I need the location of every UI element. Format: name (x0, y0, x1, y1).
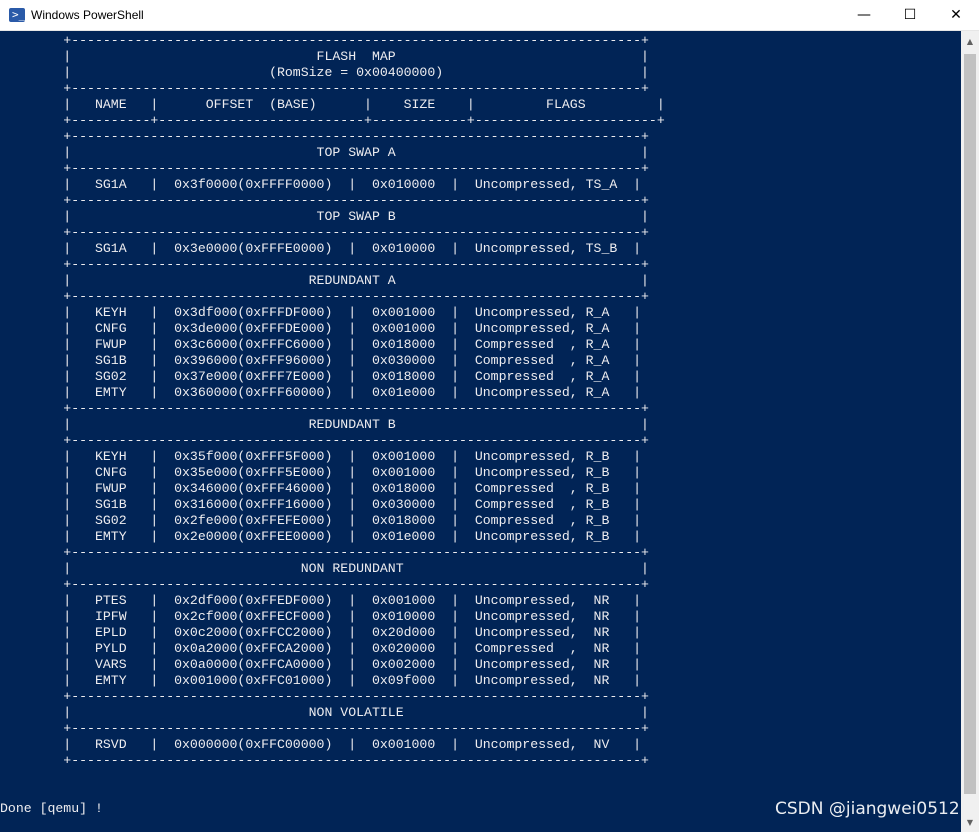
terminal-line: +---------------------------------------… (0, 129, 649, 144)
watermark: CSDN @jiangwei0512 (775, 799, 960, 819)
terminal-line: | NON REDUNDANT | (0, 561, 649, 576)
terminal-line: | IPFW | 0x2cf000(0xFFECF000) | 0x010000… (0, 609, 642, 624)
terminal-line: | SG1B | 0x316000(0xFFF16000) | 0x030000… (0, 497, 642, 512)
terminal-line: | SG1A | 0x3e0000(0xFFFE0000) | 0x010000… (0, 241, 642, 256)
terminal-line: | KEYH | 0x3df000(0xFFFDF000) | 0x001000… (0, 305, 642, 320)
terminal-line: +---------------------------------------… (0, 689, 649, 704)
terminal-line: | PTES | 0x2df000(0xFFEDF000) | 0x001000… (0, 593, 642, 608)
terminal-line: | REDUNDANT B | (0, 417, 649, 432)
terminal-line: | (RomSize = 0x00400000) | (0, 65, 649, 80)
terminal-output[interactable]: +---------------------------------------… (0, 31, 961, 832)
terminal-line: | RSVD | 0x000000(0xFFC00000) | 0x001000… (0, 737, 642, 752)
terminal-line: | KEYH | 0x35f000(0xFFF5F000) | 0x001000… (0, 449, 642, 464)
terminal-line: | PYLD | 0x0a2000(0xFFCA2000) | 0x020000… (0, 641, 642, 656)
maximize-button[interactable]: ☐ (887, 0, 933, 30)
terminal-line: | CNFG | 0x3de000(0xFFFDE000) | 0x001000… (0, 321, 642, 336)
terminal-line: +---------------------------------------… (0, 193, 649, 208)
title-bar: >_ Windows PowerShell — ☐ ✕ (0, 0, 979, 31)
window-title: Windows PowerShell (31, 8, 144, 22)
terminal-line: | VARS | 0x0a0000(0xFFCA0000) | 0x002000… (0, 657, 642, 672)
terminal-line: | SG1A | 0x3f0000(0xFFFF0000) | 0x010000… (0, 177, 642, 192)
terminal-line: | FWUP | 0x3c6000(0xFFFC6000) | 0x018000… (0, 337, 642, 352)
terminal-line: +---------------------------------------… (0, 721, 649, 736)
terminal-line: | EMTY | 0x360000(0xFFF60000) | 0x01e000… (0, 385, 642, 400)
terminal-line: | SG02 | 0x37e000(0xFFF7E000) | 0x018000… (0, 369, 642, 384)
powershell-icon[interactable]: >_ (9, 8, 25, 22)
terminal-line: +---------------------------------------… (0, 289, 649, 304)
terminal-line: | EPLD | 0x0c2000(0xFFCC2000) | 0x20d000… (0, 625, 642, 640)
scroll-down-icon[interactable]: ▼ (961, 814, 979, 831)
minimize-button[interactable]: — (841, 0, 887, 30)
terminal-line: | NON VOLATILE | (0, 705, 649, 720)
terminal-line: +---------------------------------------… (0, 161, 649, 176)
terminal-line: +---------------------------------------… (0, 577, 649, 592)
terminal-line: +---------------------------------------… (0, 225, 649, 240)
terminal-line: | SG02 | 0x2fe000(0xFFEFE000) | 0x018000… (0, 513, 642, 528)
vertical-scrollbar[interactable]: ▲ ▼ (961, 31, 979, 832)
terminal-line: +----------+--------------------------+-… (0, 113, 665, 128)
terminal-line: | TOP SWAP A | (0, 145, 649, 160)
terminal-line: | REDUNDANT A | (0, 273, 649, 288)
terminal-line: | NAME | OFFSET (BASE) | SIZE | FLAGS | (0, 97, 665, 112)
terminal-line: +---------------------------------------… (0, 433, 649, 448)
terminal-line: Done [qemu] ! (0, 801, 103, 816)
terminal-line: +---------------------------------------… (0, 33, 649, 48)
terminal-line: | TOP SWAP B | (0, 209, 649, 224)
scrollbar-thumb[interactable] (964, 54, 976, 794)
terminal-line: +---------------------------------------… (0, 753, 649, 768)
terminal-line: | FLASH MAP | (0, 49, 649, 64)
scroll-up-icon[interactable]: ▲ (961, 33, 979, 50)
terminal-line: +---------------------------------------… (0, 81, 649, 96)
terminal-line: +---------------------------------------… (0, 545, 649, 560)
terminal-line: +---------------------------------------… (0, 257, 649, 272)
terminal-line: | EMTY | 0x2e0000(0xFFEE0000) | 0x01e000… (0, 529, 642, 544)
terminal-line: | EMTY | 0x001000(0xFFC01000) | 0x09f000… (0, 673, 642, 688)
terminal-line: | SG1B | 0x396000(0xFFF96000) | 0x030000… (0, 353, 642, 368)
terminal-line: +---------------------------------------… (0, 401, 649, 416)
terminal-line: | CNFG | 0x35e000(0xFFF5E000) | 0x001000… (0, 465, 642, 480)
terminal-line: | FWUP | 0x346000(0xFFF46000) | 0x018000… (0, 481, 642, 496)
close-button[interactable]: ✕ (933, 0, 979, 30)
